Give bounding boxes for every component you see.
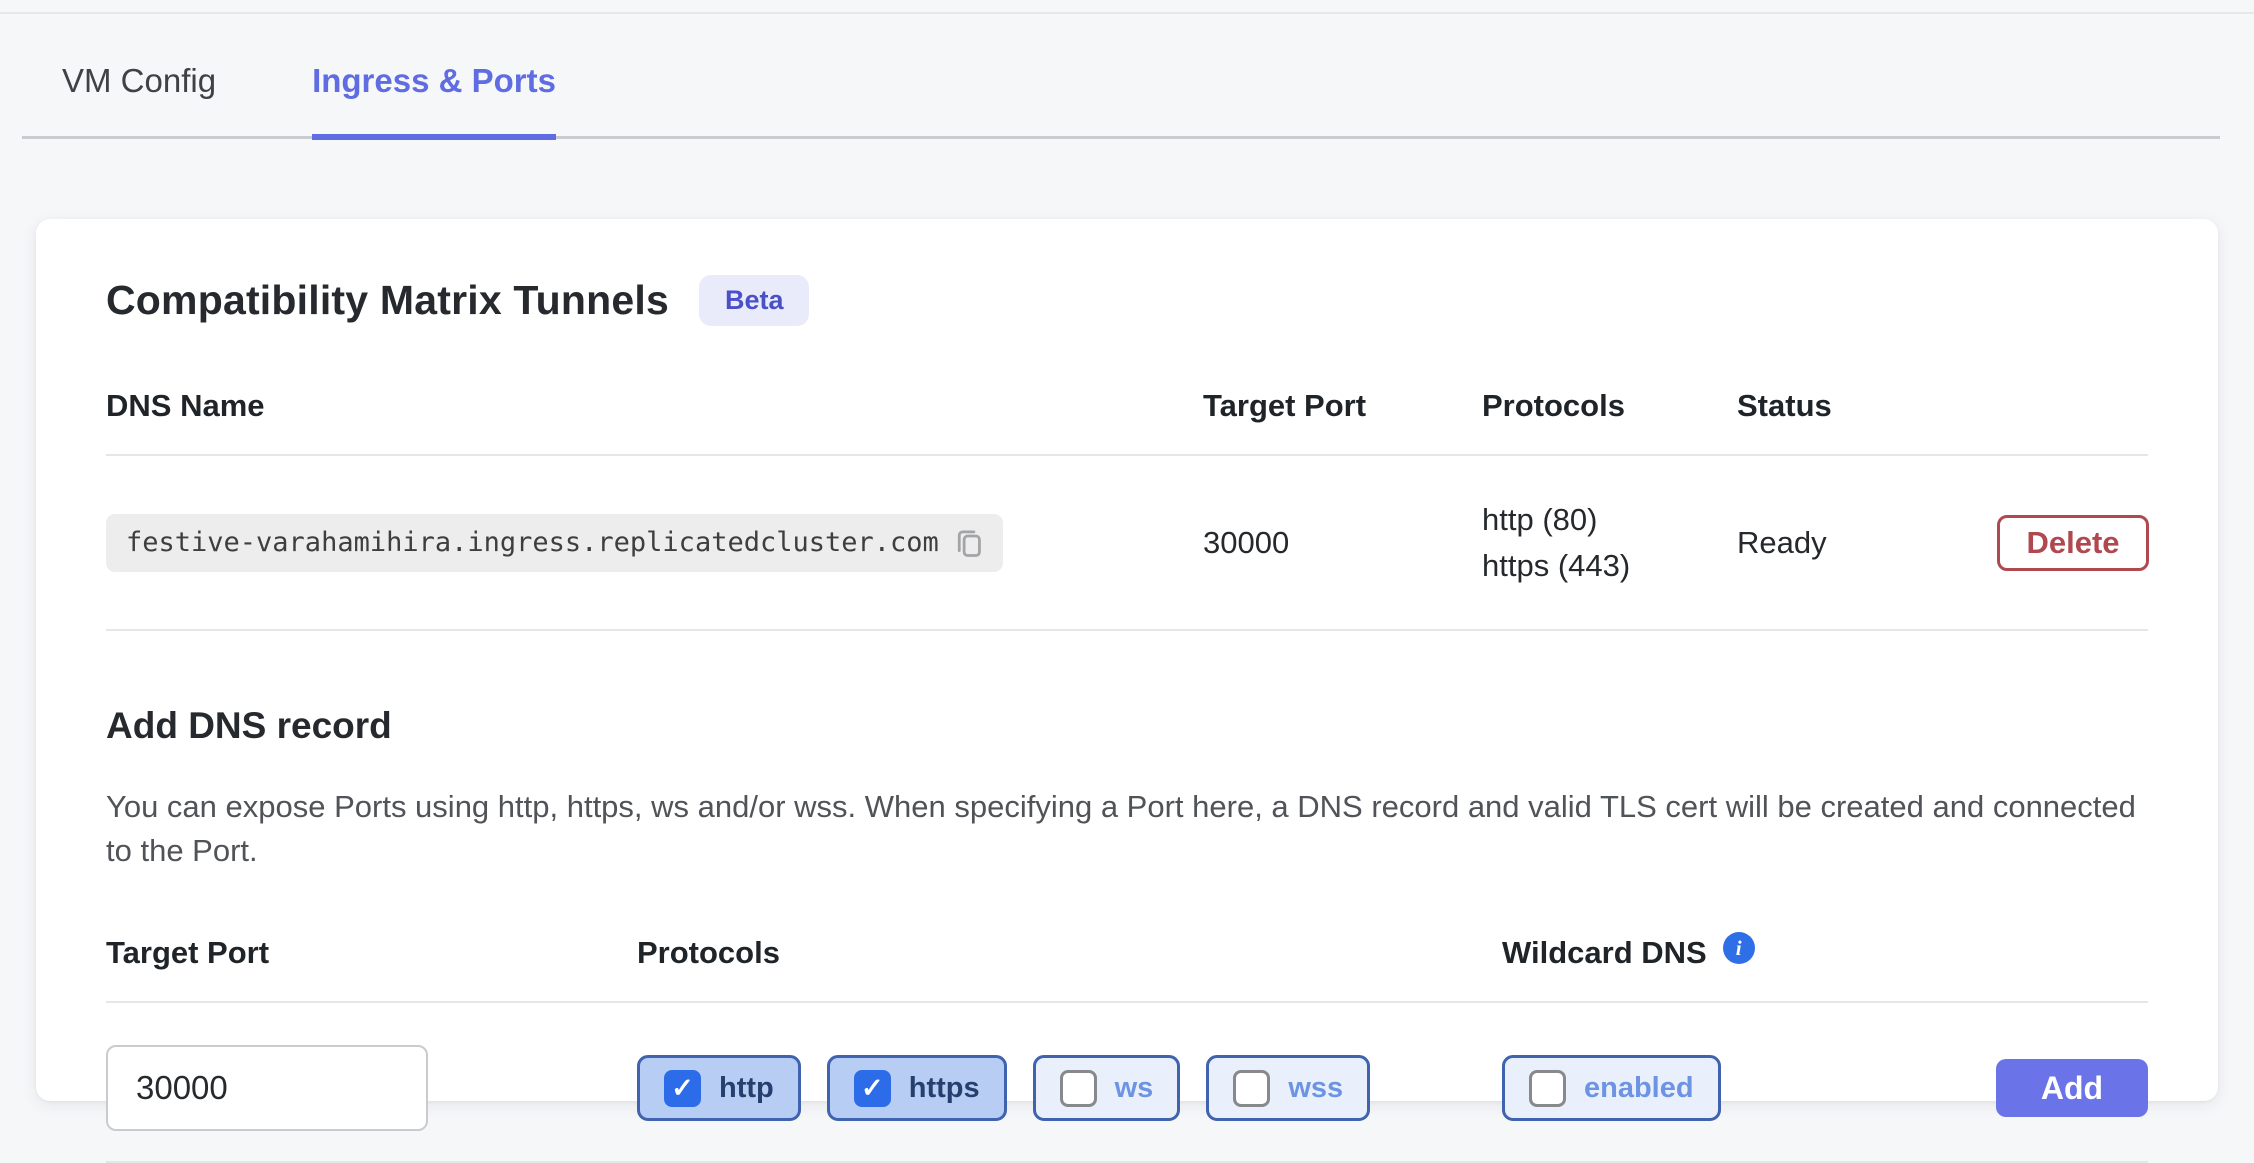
tab-ingress-ports[interactable]: Ingress & Ports xyxy=(312,62,556,140)
checkbox-https-label: https xyxy=(909,1072,980,1105)
info-icon[interactable]: i xyxy=(1723,932,1755,964)
empty-checkbox-icon xyxy=(1233,1070,1270,1107)
form-header-protocols: Protocols xyxy=(637,935,1502,971)
target-port-input[interactable] xyxy=(106,1045,428,1131)
beta-badge: Beta xyxy=(699,275,810,326)
card-title-row: Compatibility Matrix Tunnels Beta xyxy=(106,275,2148,326)
form-header-target-port: Target Port xyxy=(106,935,637,971)
checkbox-http[interactable]: ✓ http xyxy=(637,1055,801,1121)
dns-name-value: festive-varahamihira.ingress.replicatedc… xyxy=(126,527,939,558)
copy-icon[interactable] xyxy=(955,527,983,559)
checkbox-http-label: http xyxy=(719,1072,774,1105)
protocol-checkbox-group: ✓ http ✓ https ws wss xyxy=(637,1055,1502,1121)
checkbox-wildcard-enabled[interactable]: enabled xyxy=(1502,1055,1721,1121)
wildcard-dns-field-wrap: enabled xyxy=(1502,1055,1992,1121)
col-header-dns-name: DNS Name xyxy=(106,388,1203,424)
checkbox-wss[interactable]: wss xyxy=(1206,1055,1370,1121)
add-dns-record-title: Add DNS record xyxy=(106,705,2148,747)
delete-button[interactable]: Delete xyxy=(1997,515,2149,571)
target-port-cell: 30000 xyxy=(1203,525,1482,561)
protocols-cell: http (80) https (443) xyxy=(1482,502,1737,583)
dns-name-cell: festive-varahamihira.ingress.replicatedc… xyxy=(106,514,1203,572)
checkbox-enabled-label: enabled xyxy=(1584,1072,1694,1105)
checkbox-https[interactable]: ✓ https xyxy=(827,1055,1007,1121)
add-button[interactable]: Add xyxy=(1996,1059,2148,1117)
col-header-status: Status xyxy=(1737,388,1997,424)
empty-checkbox-icon xyxy=(1529,1070,1566,1107)
wildcard-dns-label: Wildcard DNS xyxy=(1502,935,1707,971)
table-row: festive-varahamihira.ingress.replicatedc… xyxy=(106,456,2148,631)
checkmark-icon: ✓ xyxy=(854,1070,891,1107)
add-dns-record-description: You can expose Ports using http, https, … xyxy=(106,785,2148,873)
checkmark-icon: ✓ xyxy=(664,1070,701,1107)
protocol-line-https: https (443) xyxy=(1482,548,1737,584)
checkbox-ws-label: ws xyxy=(1115,1072,1154,1105)
target-port-field-wrap xyxy=(106,1045,637,1131)
tunnels-table-header: DNS Name Target Port Protocols Status xyxy=(106,388,2148,456)
checkbox-wss-label: wss xyxy=(1288,1072,1343,1105)
form-header-wildcard-dns: Wildcard DNS i xyxy=(1502,935,1992,971)
dns-name-pill: festive-varahamihira.ingress.replicatedc… xyxy=(106,514,1003,572)
tunnels-card: Compatibility Matrix Tunnels Beta DNS Na… xyxy=(36,219,2218,1101)
col-header-target-port: Target Port xyxy=(1203,388,1482,424)
tab-bar: VM Config Ingress & Ports xyxy=(22,14,2220,139)
tab-vm-config[interactable]: VM Config xyxy=(62,62,216,136)
protocol-line-http: http (80) xyxy=(1482,502,1737,538)
add-dns-form-row: ✓ http ✓ https ws wss enabled Add xyxy=(106,1003,2148,1163)
add-dns-form-header: Target Port Protocols Wildcard DNS i xyxy=(106,935,2148,1003)
page-title: Compatibility Matrix Tunnels xyxy=(106,277,669,324)
checkbox-ws[interactable]: ws xyxy=(1033,1055,1181,1121)
empty-checkbox-icon xyxy=(1060,1070,1097,1107)
col-header-protocols: Protocols xyxy=(1482,388,1737,424)
status-cell: Ready xyxy=(1737,525,1997,561)
